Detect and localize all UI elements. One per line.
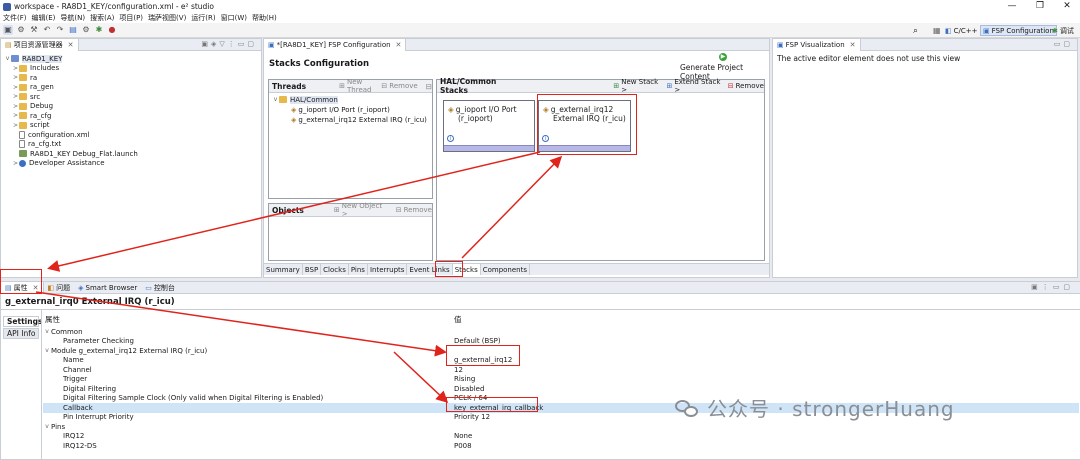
arrow-to-callback (393, 351, 449, 404)
arrow-properties-to-name (35, 291, 447, 357)
watermark: 公众号 · strongerHuang (675, 393, 955, 422)
arrow-card-to-properties (47, 151, 541, 272)
wechat-icon (675, 398, 699, 418)
annotation-arrows (35, 151, 563, 404)
arrow-stacks-to-card (461, 155, 563, 259)
watermark-text: 公众号 · strongerHuang (707, 397, 955, 421)
